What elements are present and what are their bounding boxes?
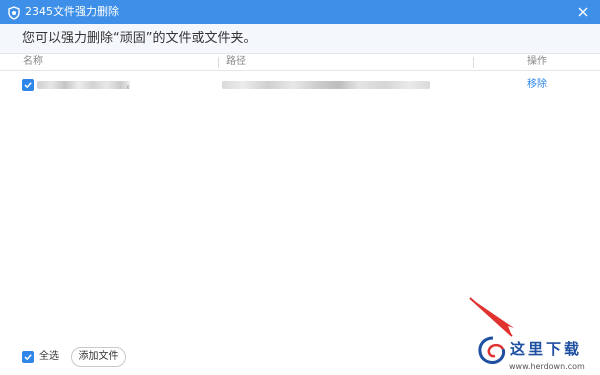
info-bar: 您可以强力删除“顽固”的文件或文件夹。 bbox=[0, 24, 600, 54]
close-icon[interactable] bbox=[574, 3, 592, 21]
table-header: 名称 路径 操作 bbox=[0, 54, 600, 71]
remove-button[interactable]: 移除 bbox=[527, 79, 547, 91]
select-all-checkbox[interactable] bbox=[22, 351, 34, 363]
checkmark-icon bbox=[24, 82, 32, 89]
window-title: 2345文件强力删除 bbox=[25, 5, 119, 18]
watermark-logo: 这里下载 www.herdown.com bbox=[468, 296, 600, 375]
add-file-button[interactable]: 添加文件 bbox=[71, 347, 126, 367]
file-name bbox=[37, 81, 130, 89]
table-row: x 移除 bbox=[0, 73, 600, 97]
watermark-brand: 这里下载 bbox=[510, 340, 583, 358]
shield-icon bbox=[7, 5, 21, 20]
watermark-url: www.herdown.com bbox=[509, 362, 585, 371]
main-window: 2345文件强力删除 您可以强力删除“顽固”的文件或文件夹。 名称 路径 操作 … bbox=[0, 0, 600, 375]
checkmark-icon bbox=[24, 354, 32, 361]
column-header-action: 操作 bbox=[527, 56, 547, 67]
file-path bbox=[222, 81, 430, 89]
column-header-name: 名称 bbox=[23, 56, 43, 67]
column-divider bbox=[218, 57, 219, 68]
file-name-extension: x bbox=[126, 84, 130, 91]
column-header-path: 路径 bbox=[226, 56, 246, 67]
info-message: 您可以强力删除“顽固”的文件或文件夹。 bbox=[22, 31, 257, 46]
column-divider bbox=[473, 57, 474, 68]
row-checkbox[interactable] bbox=[22, 79, 34, 91]
select-all-label[interactable]: 全选 bbox=[39, 351, 59, 363]
swirl-logo-icon bbox=[478, 336, 506, 364]
title-bar: 2345文件强力删除 bbox=[0, 0, 600, 24]
